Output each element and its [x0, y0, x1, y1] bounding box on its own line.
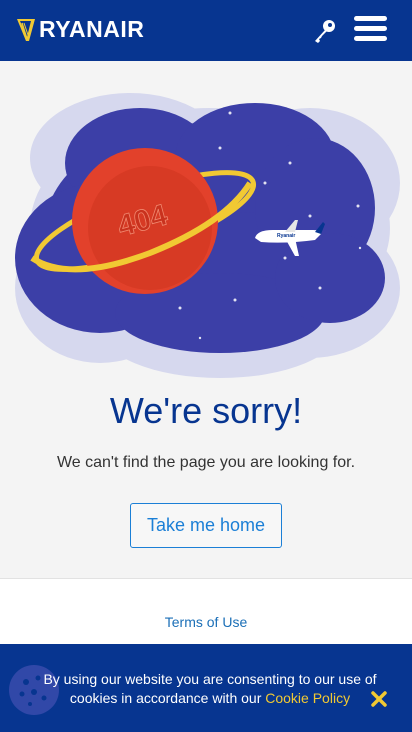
- cookie-consent-bar: By using our website you are consenting …: [0, 644, 412, 732]
- cookie-policy-link[interactable]: Cookie Policy: [265, 690, 350, 706]
- close-x-icon[interactable]: [371, 691, 387, 707]
- harp-icon: [17, 18, 35, 41]
- menu-bar: [354, 26, 387, 31]
- top-header: RYANAIR: [0, 0, 412, 61]
- 404-space-illustration: 404 Ryanair: [15, 93, 400, 378]
- brand-name: RYANAIR: [39, 16, 145, 42]
- hamburger-menu-button[interactable]: [354, 16, 388, 44]
- menu-bar: [354, 16, 387, 21]
- ryanair-logo[interactable]: RYANAIR: [15, 16, 144, 43]
- plane-livery-text: Ryanair: [277, 233, 295, 239]
- error-message: We can't find the page you are looking f…: [56, 454, 356, 471]
- login-key-button[interactable]: [310, 17, 338, 45]
- cookie-message: By using our website you are consenting …: [40, 670, 380, 708]
- terms-of-use-link[interactable]: Terms of Use: [0, 614, 412, 630]
- menu-bar: [354, 36, 387, 41]
- key-icon: [315, 20, 335, 43]
- take-me-home-button[interactable]: Take me home: [130, 503, 282, 548]
- error-title: We're sorry!: [109, 390, 303, 431]
